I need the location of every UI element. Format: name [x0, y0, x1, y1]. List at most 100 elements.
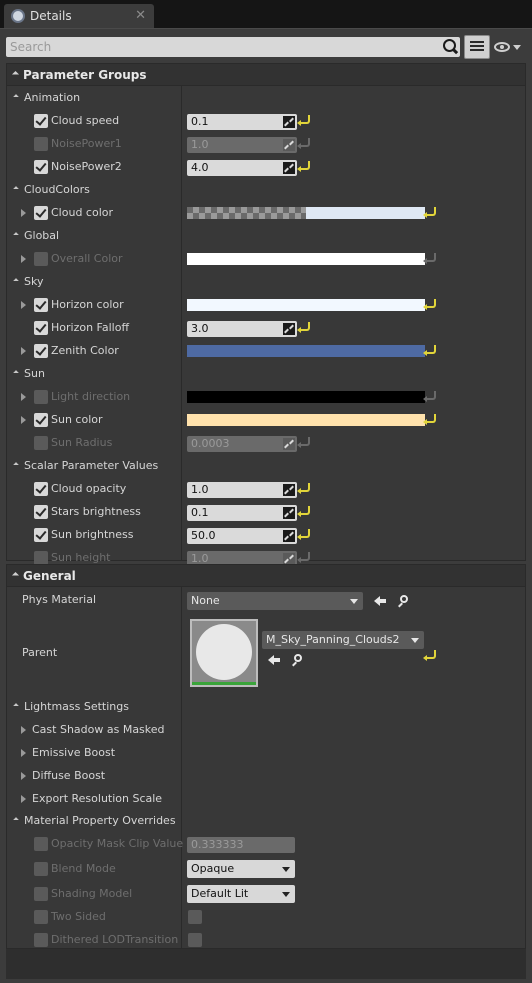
- lightmass-item[interactable]: Cast Shadow as Masked: [7, 719, 525, 742]
- reset-to-default-icon[interactable]: [297, 506, 310, 517]
- expand-arrow-icon[interactable]: [21, 209, 26, 217]
- material-property-overrides-group[interactable]: Material Property Overrides: [7, 810, 525, 833]
- param-enable-checkbox[interactable]: [34, 344, 48, 358]
- reset-to-default-icon[interactable]: [297, 437, 310, 448]
- view-options-button[interactable]: [494, 39, 526, 55]
- collapse-arrow-icon[interactable]: [11, 70, 20, 79]
- reset-to-default-icon[interactable]: [297, 115, 310, 126]
- collapse-arrow-icon[interactable]: [13, 703, 19, 709]
- expand-arrow-icon[interactable]: [21, 772, 26, 780]
- search-icon[interactable]: [443, 39, 456, 52]
- param-color-swatch[interactable]: [187, 414, 425, 426]
- lightmass-item[interactable]: Export Resolution Scale: [7, 788, 525, 811]
- parent-combo[interactable]: M_Sky_Panning_Clouds2: [262, 631, 424, 649]
- reset-to-default-icon[interactable]: [297, 529, 310, 540]
- group-row-sky[interactable]: Sky: [7, 271, 525, 293]
- param-enable-checkbox[interactable]: [34, 206, 48, 220]
- param-value-field[interactable]: 0.1: [187, 114, 297, 130]
- param-enable-checkbox[interactable]: [34, 482, 48, 496]
- param-value-field[interactable]: 1.0: [187, 137, 297, 153]
- override-checkbox[interactable]: [34, 837, 48, 851]
- param-value-field[interactable]: 3.0: [187, 321, 297, 337]
- param-enable-checkbox[interactable]: [34, 252, 48, 266]
- general-header[interactable]: General: [7, 565, 525, 587]
- param-enable-checkbox[interactable]: [34, 505, 48, 519]
- collapse-arrow-icon[interactable]: [13, 186, 19, 192]
- override-checkbox[interactable]: [34, 933, 48, 947]
- browse-icon[interactable]: [398, 595, 410, 607]
- phys-material-combo[interactable]: None: [187, 592, 363, 610]
- expand-arrow-icon[interactable]: [21, 393, 26, 401]
- use-selected-icon[interactable]: [374, 595, 386, 607]
- drag-handle-icon[interactable]: [283, 438, 295, 450]
- param-enable-checkbox[interactable]: [34, 298, 48, 312]
- override-checkbox[interactable]: [34, 862, 48, 876]
- reset-to-default-icon[interactable]: [423, 391, 436, 402]
- param-value-field[interactable]: 50.0: [187, 528, 297, 544]
- collapse-arrow-icon[interactable]: [13, 278, 19, 284]
- param-enable-checkbox[interactable]: [34, 390, 48, 404]
- reset-to-default-icon[interactable]: [297, 552, 310, 563]
- reset-to-default-icon[interactable]: [423, 253, 436, 264]
- two-sided-checkbox[interactable]: [188, 910, 202, 924]
- param-value-field[interactable]: 0.1: [187, 505, 297, 521]
- tab-details[interactable]: Details ✕: [4, 4, 154, 28]
- param-enable-checkbox[interactable]: [34, 436, 48, 450]
- reset-to-default-icon[interactable]: [423, 345, 436, 356]
- param-enable-checkbox[interactable]: [34, 551, 48, 565]
- close-icon[interactable]: ✕: [135, 8, 146, 23]
- use-selected-icon[interactable]: [268, 654, 280, 666]
- expand-arrow-icon[interactable]: [21, 795, 26, 803]
- param-color-swatch[interactable]: [187, 391, 425, 403]
- param-value-field[interactable]: 0.0003: [187, 436, 297, 452]
- group-row-sun[interactable]: Sun: [7, 363, 525, 385]
- override-checkbox[interactable]: [34, 910, 48, 924]
- parameter-groups-header[interactable]: Parameter Groups: [7, 64, 525, 86]
- collapse-arrow-icon[interactable]: [11, 571, 20, 580]
- drag-handle-icon[interactable]: [283, 484, 295, 496]
- drag-handle-icon[interactable]: [283, 507, 295, 519]
- lightmass-item[interactable]: Emissive Boost: [7, 742, 525, 765]
- collapse-arrow-icon[interactable]: [13, 94, 19, 100]
- group-row-cloudcolors[interactable]: CloudColors: [7, 179, 525, 201]
- group-row-global[interactable]: Global: [7, 225, 525, 247]
- browse-icon[interactable]: [292, 654, 304, 666]
- param-enable-checkbox[interactable]: [34, 114, 48, 128]
- drag-handle-icon[interactable]: [283, 530, 295, 542]
- reset-to-default-icon[interactable]: [423, 650, 436, 661]
- reset-to-default-icon[interactable]: [297, 483, 310, 494]
- param-color-swatch[interactable]: [187, 207, 425, 219]
- reset-to-default-icon[interactable]: [423, 414, 436, 425]
- param-value-field[interactable]: 4.0: [187, 160, 297, 176]
- override-checkbox[interactable]: [34, 887, 48, 901]
- reset-to-default-icon[interactable]: [423, 299, 436, 310]
- blend-mode-combo[interactable]: Opaque: [187, 860, 295, 878]
- expand-arrow-icon[interactable]: [21, 726, 26, 734]
- search-input[interactable]: Search: [6, 37, 460, 57]
- param-value-field[interactable]: 1.0: [187, 482, 297, 498]
- lightmass-settings-group[interactable]: Lightmass Settings: [7, 696, 525, 719]
- param-enable-checkbox[interactable]: [34, 413, 48, 427]
- drag-handle-icon[interactable]: [283, 323, 295, 335]
- reset-to-default-icon[interactable]: [297, 161, 310, 172]
- param-enable-checkbox[interactable]: [34, 160, 48, 174]
- drag-handle-icon[interactable]: [283, 162, 295, 174]
- collapse-arrow-icon[interactable]: [13, 370, 19, 376]
- param-color-swatch[interactable]: [187, 345, 425, 357]
- expand-arrow-icon[interactable]: [21, 255, 26, 263]
- param-enable-checkbox[interactable]: [34, 528, 48, 542]
- group-row-scalar-parameter-values[interactable]: Scalar Parameter Values: [7, 455, 525, 477]
- drag-handle-icon[interactable]: [283, 116, 295, 128]
- opacity-mask-field[interactable]: 0.333333: [187, 837, 295, 853]
- param-color-swatch[interactable]: [187, 299, 425, 311]
- reset-to-default-icon[interactable]: [423, 207, 436, 218]
- expand-arrow-icon[interactable]: [21, 347, 26, 355]
- expand-arrow-icon[interactable]: [21, 301, 26, 309]
- dithered-lod-checkbox[interactable]: [188, 933, 202, 947]
- property-matrix-button[interactable]: [464, 35, 490, 59]
- collapse-arrow-icon[interactable]: [13, 817, 19, 823]
- param-enable-checkbox[interactable]: [34, 321, 48, 335]
- group-row-animation[interactable]: Animation: [7, 87, 525, 109]
- reset-to-default-icon[interactable]: [297, 138, 310, 149]
- lightmass-item[interactable]: Diffuse Boost: [7, 765, 525, 788]
